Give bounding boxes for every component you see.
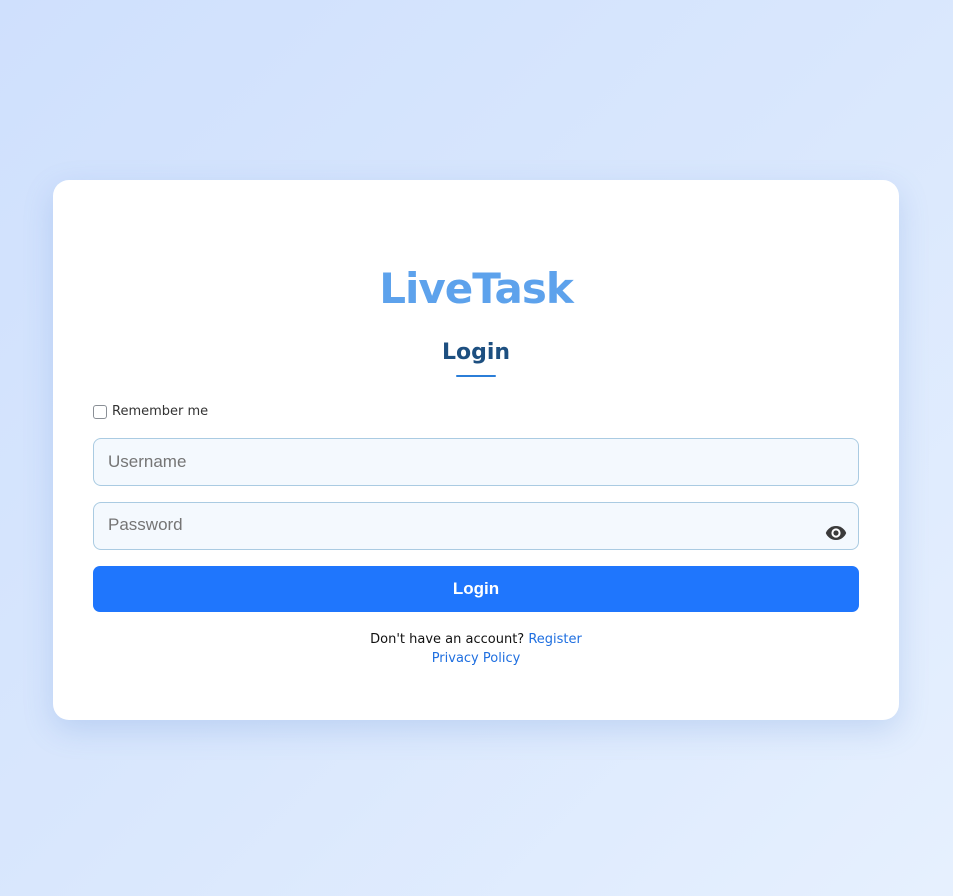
- register-link[interactable]: Register: [528, 632, 582, 647]
- remember-me-checkbox[interactable]: [93, 404, 107, 419]
- privacy-row: Privacy Policy: [53, 649, 899, 668]
- no-account-text: Don't have an account?: [370, 632, 525, 647]
- password-input[interactable]: [93, 502, 859, 550]
- username-input[interactable]: [93, 438, 859, 486]
- footer-links: Don't have an account? Register Privacy …: [53, 630, 899, 668]
- register-row: Don't have an account? Register: [53, 630, 899, 649]
- heading-underline: [456, 375, 496, 377]
- login-button[interactable]: Login: [93, 566, 859, 612]
- remember-me[interactable]: Remember me: [93, 404, 208, 419]
- privacy-policy-link[interactable]: Privacy Policy: [432, 651, 521, 666]
- login-heading: Login: [441, 340, 511, 365]
- brand-logo: LiveTask: [379, 264, 574, 313]
- eye-icon[interactable]: [825, 524, 847, 542]
- login-card: LiveTask Login Remember me Login Don't h…: [53, 180, 899, 720]
- remember-me-label: Remember me: [112, 404, 209, 419]
